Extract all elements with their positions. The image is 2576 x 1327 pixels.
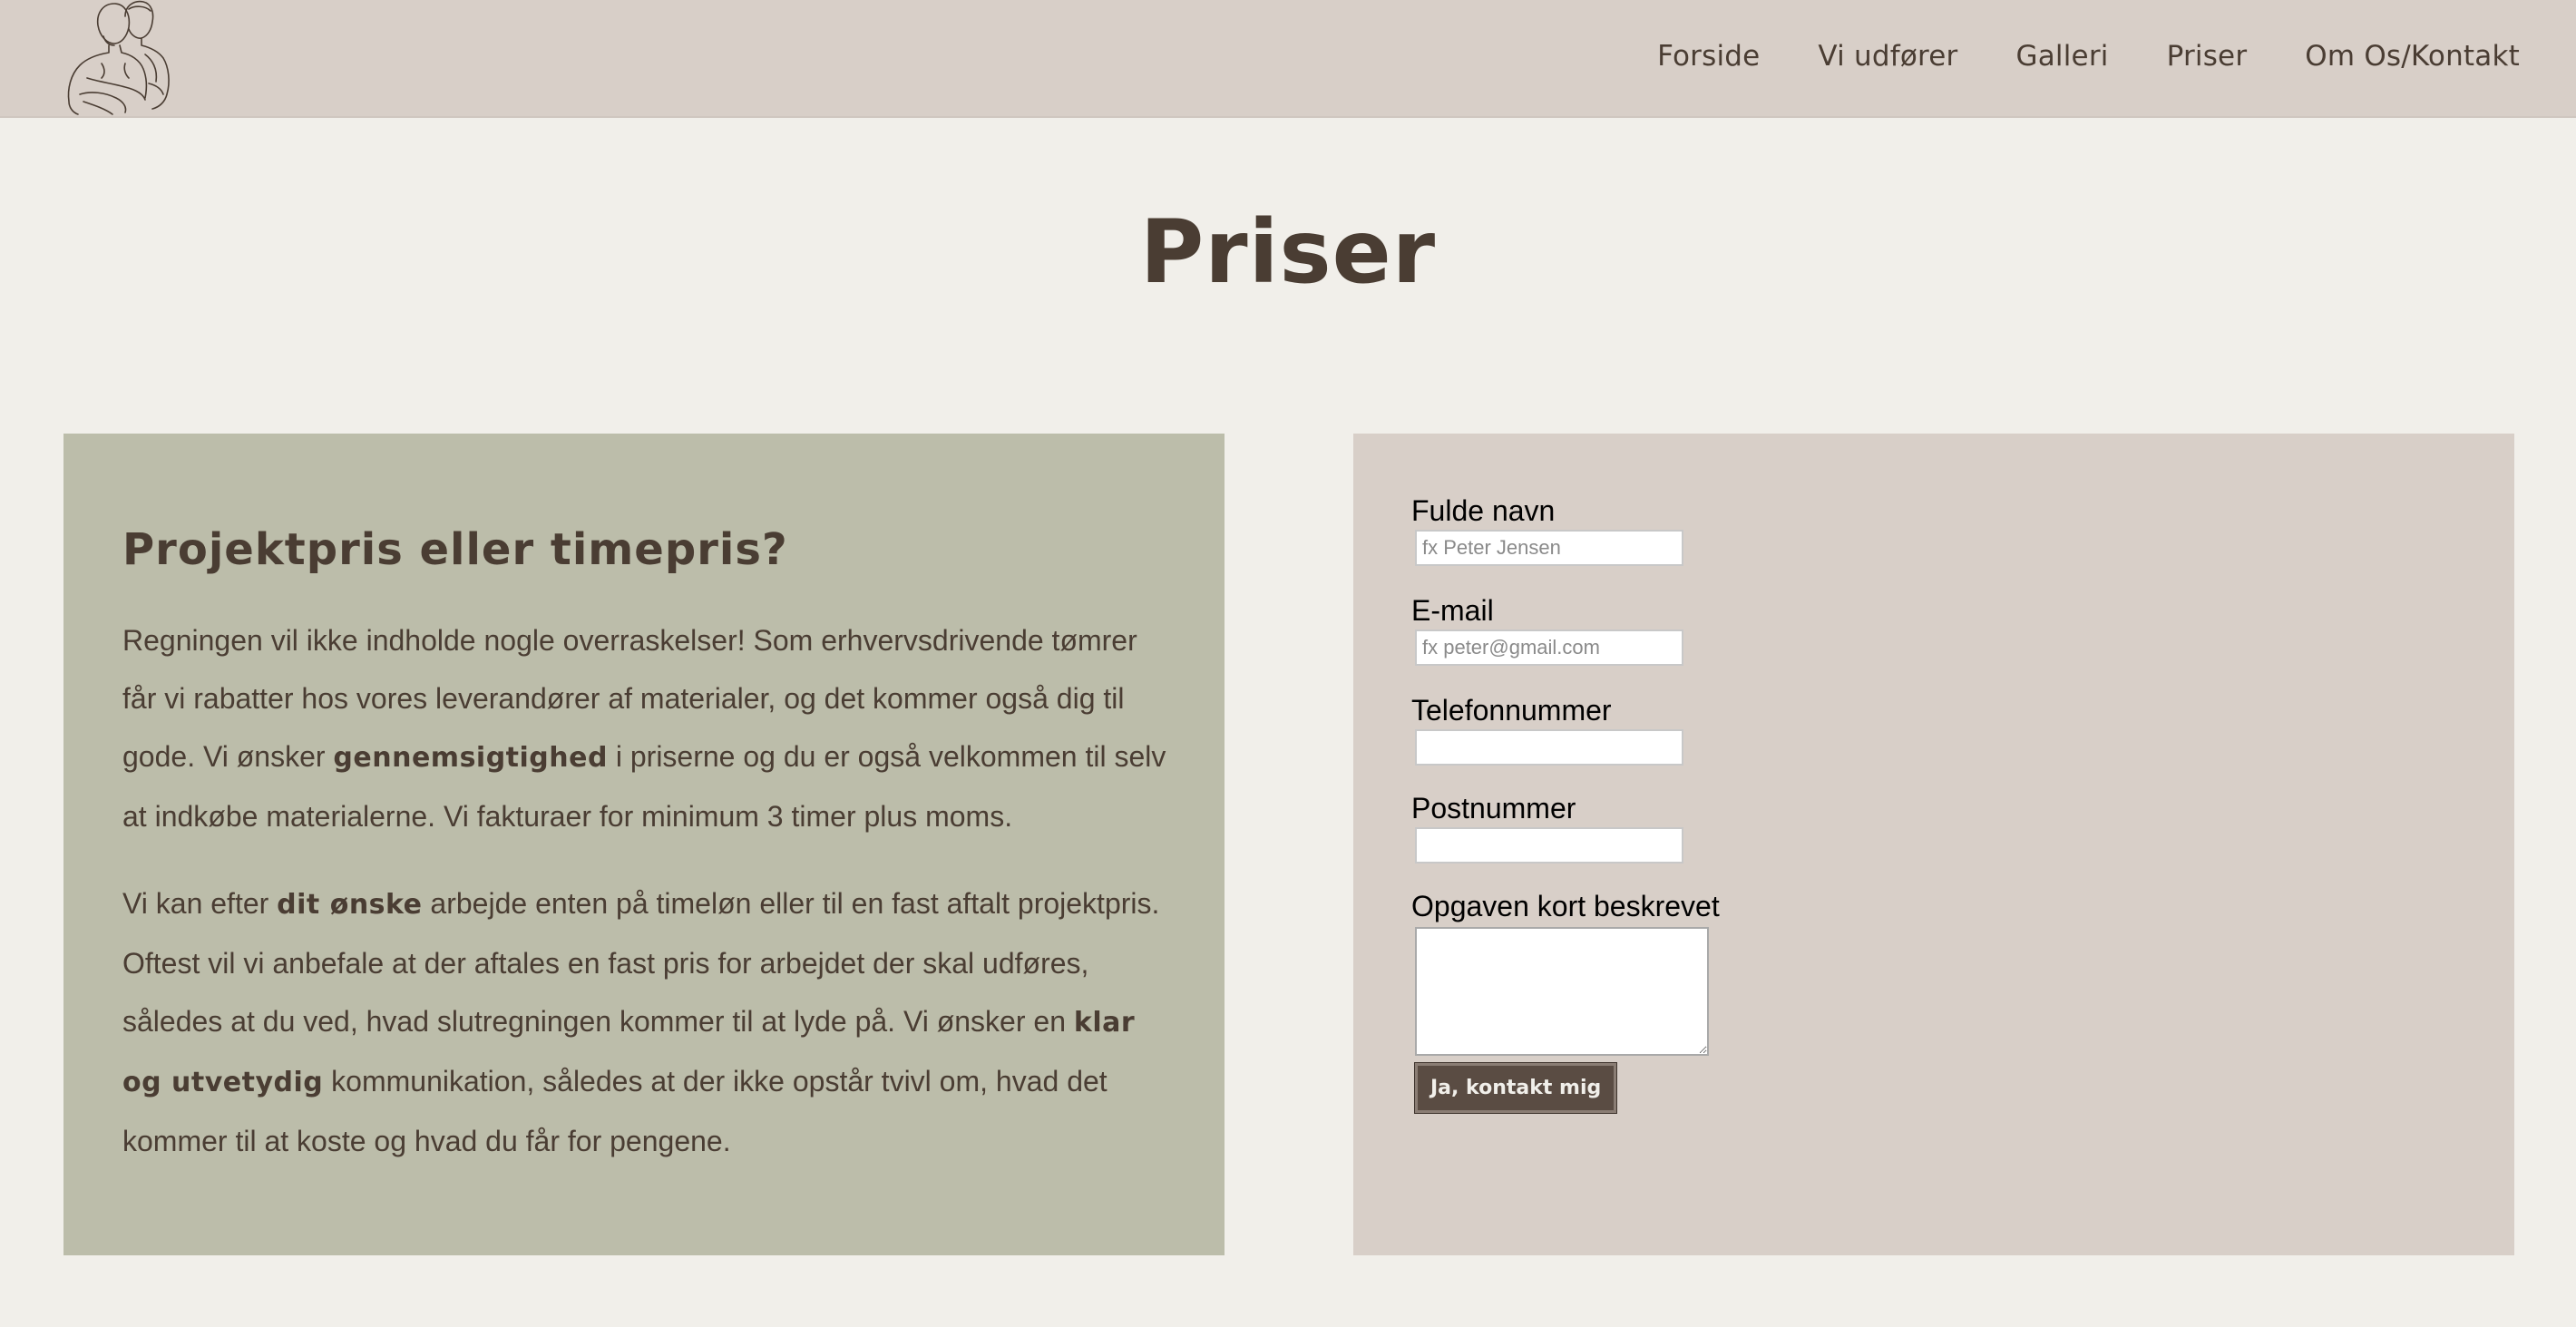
paragraph-text: Vi kan efter: [122, 887, 278, 920]
nav-priser[interactable]: Priser: [2167, 40, 2248, 73]
main-nav: Forside Vi udfører Galleri Priser Om Os/…: [1657, 0, 2520, 112]
nav-vi-udforer[interactable]: Vi udfører: [1818, 40, 1957, 73]
nav-galleri[interactable]: Galleri: [2016, 40, 2109, 73]
pricing-info-panel: Projektpris eller timepris? Regningen vi…: [63, 434, 1225, 1255]
name-input[interactable]: [1415, 530, 1683, 566]
page-title: Priser: [1139, 201, 1437, 303]
email-input[interactable]: [1415, 629, 1683, 666]
logo-icon[interactable]: [62, 0, 189, 116]
emphasis-text: gennemsigtighed: [333, 742, 608, 774]
nav-om-os-kontakt[interactable]: Om Os/Kontakt: [2305, 40, 2520, 73]
contact-form: Fulde navn E-mail Telefonnummer Postnumm…: [1411, 493, 2514, 1114]
task-textarea[interactable]: [1415, 927, 1709, 1056]
submit-button[interactable]: Ja, kontakt mig: [1413, 1062, 1618, 1114]
nav-forside[interactable]: Forside: [1657, 40, 1760, 73]
task-label: Opgaven kort beskrevet: [1411, 890, 1720, 922]
phone-input[interactable]: [1415, 729, 1683, 766]
pricing-paragraph-2: Vi kan efter dit ønske arbejde enten på …: [122, 874, 1166, 1170]
phone-label: Telefonnummer: [1411, 694, 1612, 727]
email-label: E-mail: [1411, 594, 1494, 627]
emphasis-text: dit ønske: [277, 889, 423, 921]
pricing-paragraph-1: Regningen vil ikke indholde nogle overra…: [122, 611, 1166, 845]
zip-input[interactable]: [1415, 827, 1683, 864]
pricing-heading: Projektpris eller timepris?: [122, 524, 788, 575]
site-header: Forside Vi udfører Galleri Priser Om Os/…: [0, 0, 2576, 118]
contact-form-panel: Fulde navn E-mail Telefonnummer Postnumm…: [1353, 434, 2514, 1255]
name-label: Fulde navn: [1411, 494, 1556, 527]
zip-label: Postnummer: [1411, 792, 1576, 824]
